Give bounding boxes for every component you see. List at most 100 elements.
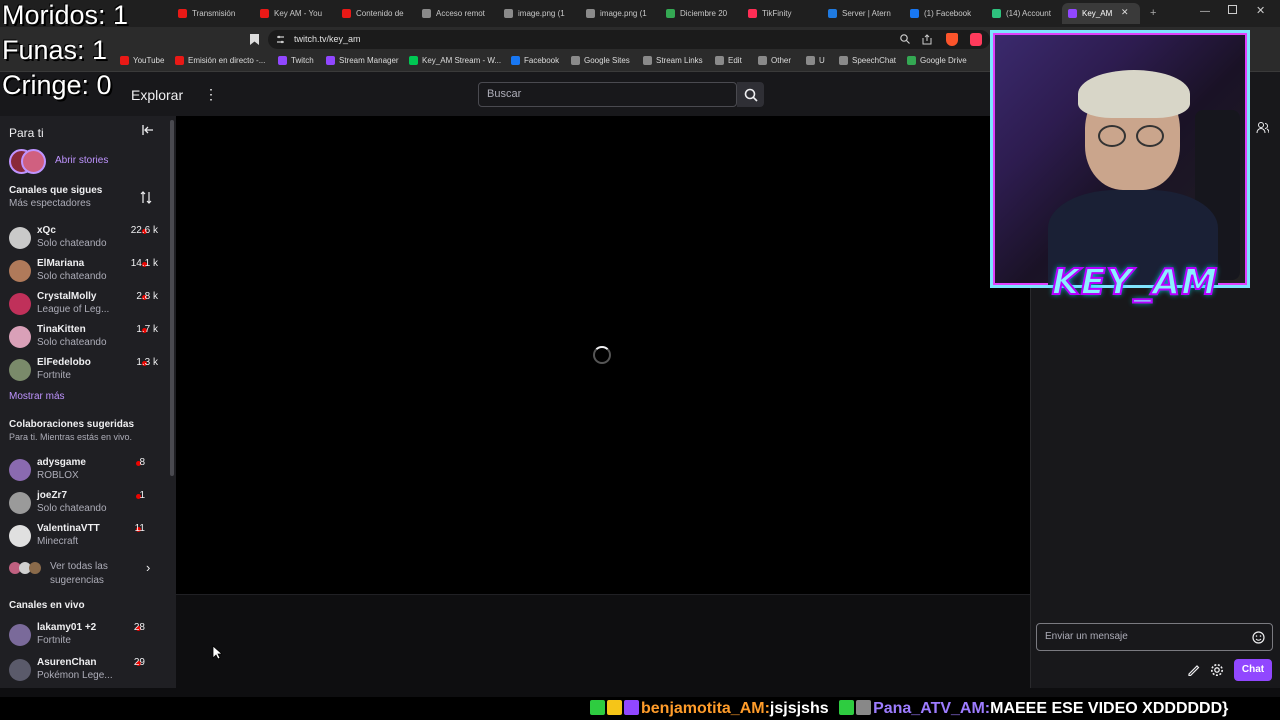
emote-picker-icon[interactable] [1252, 631, 1265, 644]
bookmark-item[interactable]: Google Drive [907, 56, 967, 65]
story-avatar [21, 149, 46, 174]
browser-tab[interactable]: Key AM - You [254, 3, 334, 24]
viewer-count: 8 [139, 457, 145, 468]
channel-avatar [9, 459, 31, 481]
sidebar-channel-item[interactable]: AsurenChan Pokémon Lege... 29 [9, 657, 159, 687]
tab-favicon-icon [1068, 9, 1077, 18]
sidebar-channel-item[interactable]: ElMariana Solo chateando 14.1 k [9, 258, 159, 288]
browser-tab[interactable]: Acceso remot [416, 3, 496, 24]
browser-tab[interactable]: Transmisión [172, 3, 252, 24]
channel-name: adysgame [37, 457, 86, 468]
more-options-icon[interactable]: ⋮ [204, 86, 218, 103]
chat-message-input[interactable]: Enviar un mensaje [1036, 623, 1273, 651]
chat-settings-gear-icon[interactable] [1210, 663, 1224, 677]
channel-name: AsurenChan [37, 657, 97, 668]
tab-label: Key_AM [1082, 9, 1113, 18]
chat-send-button[interactable]: Chat [1234, 659, 1272, 681]
bookmark-favicon-icon [120, 56, 129, 65]
sort-icon[interactable] [140, 191, 152, 204]
live-channels-heading: Canales en vivo [9, 600, 85, 611]
browser-tab[interactable]: image.png (1 [498, 3, 578, 24]
browser-tab[interactable]: (14) Account [986, 3, 1066, 24]
loading-spinner-icon [593, 346, 611, 364]
channel-avatar [9, 492, 31, 514]
channel-category: Solo chateando [37, 238, 107, 249]
ticker-message-1: jsjsjshs [769, 700, 829, 717]
tab-favicon-icon [586, 9, 595, 18]
bookmark-item[interactable]: Facebook [511, 56, 559, 65]
bookmark-item[interactable]: Google Sites [571, 56, 630, 65]
browser-tab[interactable]: Diciembre 20 [660, 3, 740, 24]
explore-link[interactable]: Explorar [131, 87, 183, 103]
viewer-count: 11 [134, 523, 145, 534]
search-input[interactable]: Buscar [478, 82, 737, 107]
see-all-suggestions[interactable]: Ver todas las sugerencias › [9, 558, 159, 588]
browser-tab[interactable]: (1) Facebook [904, 3, 984, 24]
channel-category: Solo chateando [37, 337, 107, 348]
sidebar: Para ti Abrir stories Canales que sigues… [0, 116, 176, 688]
site-info-icon[interactable] [276, 35, 285, 44]
tab-label: Contenido de [356, 9, 404, 18]
browser-tab[interactable]: Server | Atern [822, 3, 902, 24]
open-stories-link[interactable]: Abrir stories [55, 155, 108, 166]
tab-label: Key AM - You [274, 9, 323, 18]
search-button[interactable] [737, 82, 764, 107]
show-more-link[interactable]: Mostrar más [9, 391, 65, 402]
bookmark-item[interactable]: SpeechChat [839, 56, 896, 65]
bookmark-item[interactable]: U [806, 56, 825, 65]
share-icon[interactable] [922, 34, 933, 45]
channel-avatar [9, 260, 31, 282]
viewer-count: 28 [133, 622, 145, 633]
close-window-icon[interactable]: ✕ [1256, 4, 1265, 17]
channel-avatar [9, 326, 31, 348]
sidebar-channel-item[interactable]: lakamy01 +2 Fortnite 28 [9, 622, 159, 652]
url-bar[interactable]: twitch.tv/key_am [268, 30, 990, 49]
bookmark-item[interactable]: Key_AM Stream - W... [409, 56, 501, 65]
channel-avatar [9, 359, 31, 381]
browser-tab[interactable]: image.png (1 [580, 3, 660, 24]
bookmark-item[interactable]: Twitch [278, 56, 314, 65]
close-tab-icon[interactable]: ✕ [1121, 7, 1129, 18]
zoom-icon[interactable] [900, 34, 910, 44]
bookmark-item[interactable]: Stream Manager [326, 56, 399, 65]
sidebar-scroll-thumb[interactable] [170, 120, 174, 476]
community-icon[interactable] [1256, 121, 1269, 134]
extension-icon[interactable] [970, 33, 982, 46]
sidebar-channel-item[interactable]: ValentinaVTT Minecraft 11 [9, 523, 159, 553]
bookmark-item[interactable]: YouTube [120, 56, 164, 65]
bookmark-item[interactable]: Stream Links [643, 56, 703, 65]
check-badge-icon [590, 700, 605, 715]
sidebar-channel-item[interactable]: TinaKitten Solo chateando 1.7 k [9, 324, 159, 354]
collapse-sidebar-icon[interactable] [142, 125, 154, 135]
new-tab-icon[interactable]: + [1150, 7, 1156, 19]
channel-category: Solo chateando [37, 503, 107, 514]
brave-shield-icon[interactable] [946, 33, 958, 46]
bookmark-item[interactable]: Other [758, 56, 791, 65]
bookmark-icon[interactable] [250, 34, 259, 45]
tab-favicon-icon [748, 9, 757, 18]
viewer-count: 1.7 k [136, 324, 158, 335]
sidebar-channel-item[interactable]: joeZr7 Solo chateando 1 [9, 490, 159, 520]
bookmark-item[interactable]: Emisión en directo -... [175, 56, 265, 65]
maximize-icon[interactable] [1228, 5, 1237, 14]
tab-label: Acceso remot [436, 9, 485, 18]
stories-avatars[interactable] [9, 149, 46, 174]
tab-label: image.png (1 [518, 9, 565, 18]
viewer-count: 29 [133, 657, 145, 668]
collab-subtitle: Para ti. Mientras estás en vivo. [9, 432, 133, 442]
channel-category: Fortnite [37, 370, 71, 381]
channel-category: Solo chateando [37, 271, 107, 282]
bookmark-item[interactable]: Edit [715, 56, 742, 65]
channel-logo: KEY_AM [1051, 261, 1219, 304]
browser-tab[interactable]: TikFinity [742, 3, 822, 24]
browser-tab[interactable]: Contenido de [336, 3, 416, 24]
minimize-icon[interactable]: — [1200, 6, 1210, 17]
sidebar-channel-item[interactable]: adysgame ROBLOX 8 [9, 457, 159, 487]
bookmark-label: Other [771, 56, 792, 65]
channel-category: ROBLOX [37, 470, 79, 481]
sidebar-channel-item[interactable]: xQc Solo chateando 22.6 k [9, 225, 159, 255]
pen-icon[interactable] [1187, 663, 1200, 676]
sidebar-channel-item[interactable]: ElFedelobo Fortnite 1.3 k [9, 357, 159, 387]
sidebar-channel-item[interactable]: CrystalMolly League of Leg... 2.8 k [9, 291, 159, 321]
tab-favicon-icon [504, 9, 513, 18]
